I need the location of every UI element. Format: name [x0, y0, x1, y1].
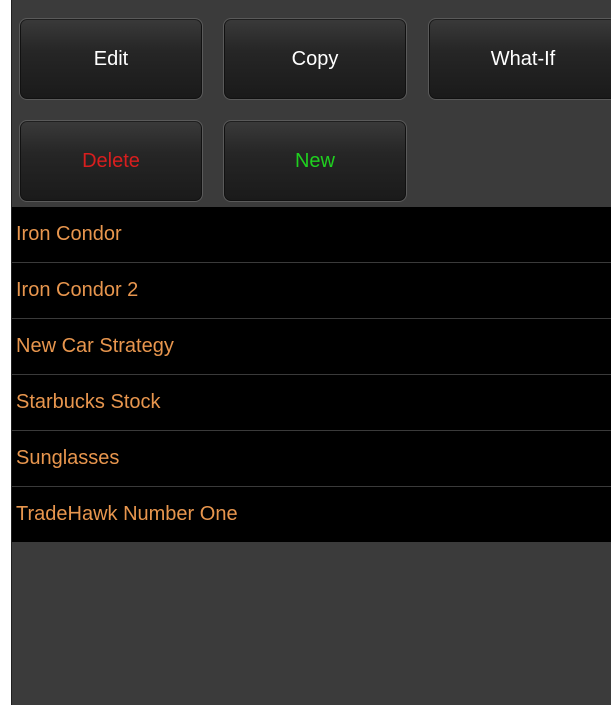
strategy-panel: Edit Copy What-If Delete New Iron Condor… [11, 0, 611, 705]
list-item[interactable]: Iron Condor [12, 207, 611, 263]
what-if-button-label: What-If [490, 47, 556, 70]
list-item[interactable]: Sunglasses [12, 431, 611, 487]
list-item-label: Starbucks Stock [16, 391, 161, 413]
edit-button-label: Edit [93, 47, 129, 70]
list-item[interactable]: Iron Condor 2 [12, 263, 611, 319]
what-if-button[interactable]: What-If [428, 18, 611, 100]
list-item-label: Iron Condor 2 [16, 279, 139, 301]
list-item-label: TradeHawk Number One [16, 503, 238, 525]
strategy-list: Iron Condor Iron Condor 2 New Car Strate… [12, 207, 611, 542]
edit-button[interactable]: Edit [19, 18, 203, 100]
new-button-label: New [294, 149, 335, 172]
delete-button[interactable]: Delete [19, 120, 203, 202]
delete-button-label: Delete [82, 149, 140, 172]
copy-button[interactable]: Copy [223, 18, 407, 100]
toolbar: Edit Copy What-If Delete New [12, 0, 611, 207]
copy-button-label: Copy [291, 47, 339, 70]
list-item-label: Sunglasses [16, 447, 120, 469]
list-item[interactable]: Starbucks Stock [12, 375, 611, 431]
list-item[interactable]: TradeHawk Number One [12, 487, 611, 542]
new-button[interactable]: New [223, 120, 407, 202]
list-item-label: Iron Condor [16, 223, 122, 245]
list-item-label: New Car Strategy [16, 335, 174, 357]
list-item[interactable]: New Car Strategy [12, 319, 611, 375]
